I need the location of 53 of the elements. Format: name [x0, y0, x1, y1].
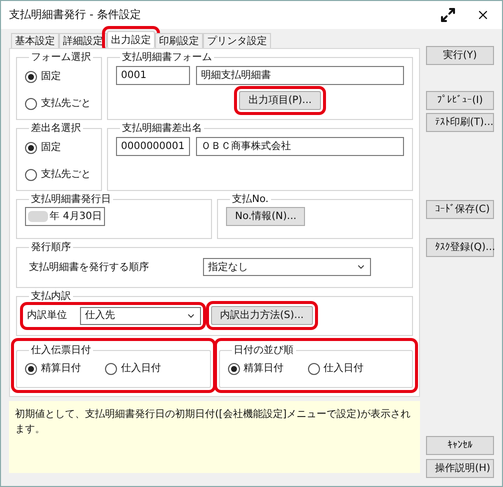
- group-title: 仕入伝票日付: [30, 344, 92, 358]
- group-title: フォーム選択: [30, 51, 92, 65]
- tab[interactable]: 印刷設定: [155, 33, 203, 48]
- radio-button[interactable]: [25, 142, 37, 154]
- group-title: 差出名選択: [30, 122, 82, 136]
- radio-button[interactable]: [308, 362, 320, 374]
- dialog-button[interactable]: 実行(Y): [426, 46, 494, 65]
- radio-label: 固定: [41, 140, 61, 155]
- radio-label: 精算日付: [41, 362, 81, 376]
- radio-button[interactable]: [105, 362, 117, 374]
- radio-label: 支払先ごと: [41, 168, 91, 182]
- dialog-button[interactable]: ｷｬﾝｾﾙ: [426, 436, 494, 455]
- resize-arrows-icon[interactable]: [440, 7, 456, 23]
- group-title: 日付の並び順: [232, 344, 294, 358]
- date-field[interactable]: 年 4月30日: [25, 207, 105, 226]
- dialog-button[interactable]: No.情報(N)...: [226, 207, 306, 226]
- text-field[interactable]: 0001: [116, 66, 190, 85]
- text-field[interactable]: ＯＢＣ商事株式会社: [196, 137, 404, 156]
- dialog-button[interactable]: ﾀｽｸ登録(Q)...: [426, 238, 494, 257]
- window-title: 支払明細書発行 - 条件設定: [9, 6, 142, 23]
- radio-button[interactable]: [228, 362, 240, 374]
- date-value: 年 4月30日: [50, 210, 102, 224]
- tab[interactable]: プリンタ設定: [203, 33, 271, 48]
- dropdown[interactable]: 指定なし: [203, 258, 371, 276]
- radio-button[interactable]: [25, 98, 37, 110]
- dialog-button[interactable]: ﾃｽﾄ印刷(T)...: [426, 113, 494, 132]
- blurred-year: [28, 211, 48, 222]
- radio-label: 仕入日付: [324, 362, 364, 376]
- help-text: 初期値として、支払明細書発行日の初期日付([会社機能設定]メニューで設定)が表示されます。: [15, 408, 412, 437]
- group-title: 支払内訳: [30, 290, 72, 304]
- group-title: 発行順序: [30, 240, 72, 255]
- text-field[interactable]: 明細支払明細書: [196, 66, 404, 85]
- text-field[interactable]: 0000000001: [116, 137, 190, 156]
- dialog-button[interactable]: ﾌﾟﾚﾋﾞｭｰ(I): [426, 91, 494, 110]
- radio-label: 支払先ごと: [41, 96, 91, 111]
- radio-button[interactable]: [25, 362, 37, 374]
- group-title: 支払明細書フォーム: [121, 50, 213, 65]
- radio-button[interactable]: [25, 70, 37, 82]
- group-title: 支払No.: [231, 192, 270, 207]
- tab[interactable]: 詳細設定: [59, 33, 107, 48]
- dialog-button[interactable]: ｺｰﾄﾞ保存(C): [426, 200, 494, 219]
- radio-button[interactable]: [25, 168, 37, 180]
- radio-label: 仕入日付: [121, 362, 161, 376]
- close-icon[interactable]: [476, 8, 490, 22]
- dialog-button[interactable]: 操作説明(H): [426, 459, 494, 478]
- dropdown[interactable]: 仕入先: [80, 306, 201, 324]
- radio-label: 固定: [41, 70, 61, 84]
- field-label: 支払明細書を発行する順序: [28, 260, 150, 274]
- radio-label: 精算日付: [244, 362, 284, 376]
- tab[interactable]: 基本設定: [11, 33, 59, 48]
- group-title: 支払明細書発行日: [30, 192, 112, 207]
- field-label: 内訳単位: [26, 308, 68, 323]
- group-title: 支払明細書差出名: [121, 122, 203, 136]
